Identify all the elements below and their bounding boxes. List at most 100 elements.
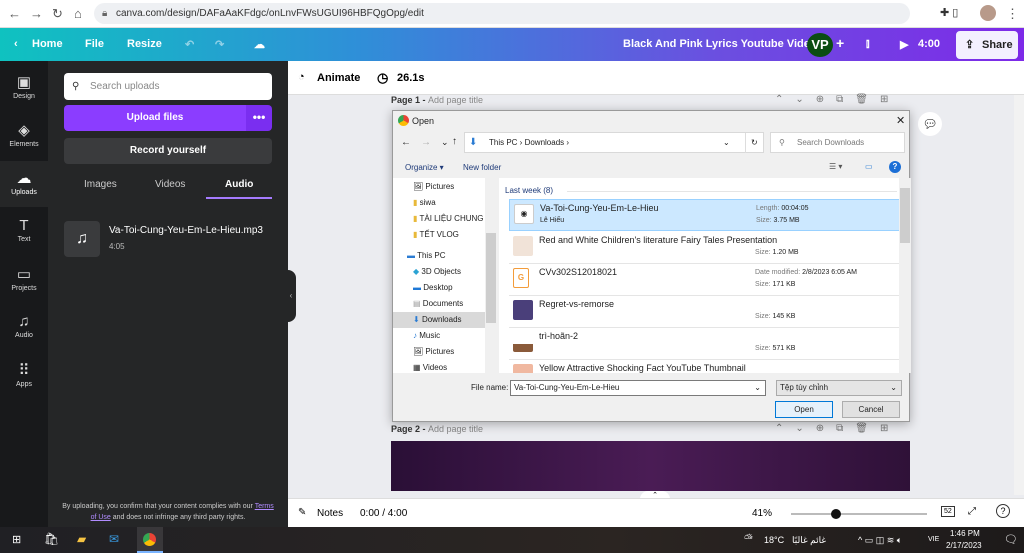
clock-time[interactable]: 1:46 PM xyxy=(950,529,980,538)
upload-files-button[interactable]: Upload files xyxy=(64,105,246,131)
audio-file-name[interactable]: Va-Toi-Cung-Yeu-Em-Le-Hieu.mp3 xyxy=(109,225,263,236)
more-options-button[interactable]: ••• xyxy=(246,105,272,131)
resize-button[interactable]: Resize xyxy=(127,38,162,50)
clock-date[interactable]: 2/17/2023 xyxy=(946,541,982,550)
store-icon[interactable]: 🛍︎ xyxy=(44,532,59,546)
page-grid-button[interactable]: 52 xyxy=(941,506,955,517)
language-indicator[interactable]: VIE xyxy=(928,536,939,543)
file-type-select[interactable]: Tệp tùy chỉnh ⌄ xyxy=(776,380,902,396)
file-row[interactable]: Red and White Children's literature Fair… xyxy=(509,232,905,264)
rail-elements[interactable]: ◈ Elements xyxy=(0,121,48,148)
chevron-down-icon[interactable]: ⌄ xyxy=(754,381,761,395)
forward-icon[interactable]: → xyxy=(421,137,431,148)
notes-button[interactable]: Notes xyxy=(317,508,343,519)
help-icon[interactable]: ? xyxy=(996,504,1010,518)
mail-icon[interactable]: ✉ xyxy=(109,532,119,546)
file-explorer-icon[interactable]: ▰ xyxy=(77,532,86,546)
tree-scrollbar[interactable] xyxy=(485,178,497,373)
search-downloads-input[interactable]: ⚲ Search Downloads xyxy=(770,132,905,153)
present-button[interactable]: 4:00 xyxy=(918,38,940,50)
tab-images[interactable]: Images xyxy=(84,179,117,190)
cloud-saved-icon[interactable]: ☁ xyxy=(254,38,265,51)
address-bar[interactable]: 🔒︎ canva.com/design/DAFaAaKFdgc/onLnvFWsU… xyxy=(94,3,910,24)
insights-icon[interactable]: ⫾ xyxy=(866,38,870,51)
profile-avatar[interactable] xyxy=(980,5,996,21)
tree-item-selected[interactable]: ⬇ Downloads xyxy=(393,312,485,328)
view-options-icon[interactable]: ☰ ▾ xyxy=(829,162,842,171)
forward-icon[interactable]: → xyxy=(30,6,43,21)
add-collaborator-button[interactable]: + xyxy=(836,35,844,51)
reload-icon[interactable]: ↻ xyxy=(52,6,63,22)
help-icon[interactable]: ? xyxy=(889,161,901,173)
file-row[interactable]: trì-hoãn-2 Size: 571 KB xyxy=(509,328,905,360)
list-scrollbar[interactable] xyxy=(899,178,911,373)
comment-icon[interactable]: 💬︎ xyxy=(918,112,942,136)
file-menu[interactable]: File xyxy=(85,38,104,50)
share-button[interactable]: ⇪ Share xyxy=(956,31,1018,59)
page-title-placeholder[interactable]: Add page title xyxy=(428,95,483,105)
zoom-slider-handle[interactable] xyxy=(830,509,841,519)
menu-icon[interactable]: ⋮ xyxy=(1006,6,1019,22)
file-row[interactable]: Yellow Attractive Shocking Fact YouTube … xyxy=(509,360,905,373)
design-title[interactable]: Black And Pink Lyrics Youtube Video xyxy=(623,38,817,50)
windows-start-icon[interactable]: ⊞ xyxy=(12,533,21,546)
back-icon[interactable]: ← xyxy=(8,6,21,21)
file-name-input[interactable]: Va-Toi-Cung-Yeu-Em-Le-Hieu ⌄ xyxy=(510,380,766,396)
undo-icon[interactable]: ↶ xyxy=(185,38,194,51)
page-2-label[interactable]: Page 2 - Add page title xyxy=(391,424,483,434)
cancel-button[interactable]: Cancel xyxy=(842,401,900,418)
weather-text[interactable]: غائم غالبًا xyxy=(792,535,826,546)
group-header[interactable]: Last week (8) xyxy=(505,186,553,195)
duration-button[interactable]: 26.1s xyxy=(397,72,425,84)
rail-design[interactable]: ▣ Design xyxy=(0,73,48,100)
chevron-down-icon[interactable]: ⌄ xyxy=(441,137,449,148)
breadcrumb-this-pc[interactable]: This PC xyxy=(489,138,517,147)
home-icon[interactable]: ⌂ xyxy=(74,6,82,21)
weather-temp[interactable]: 18°C xyxy=(764,535,784,545)
file-row[interactable]: G CVv302S12018021 Date modified: 2/8/2023 … xyxy=(509,264,905,296)
rail-audio[interactable]: ♫ Audio xyxy=(0,313,48,339)
breadcrumb-downloads[interactable]: Downloads xyxy=(525,138,565,147)
page-2-canvas[interactable] xyxy=(391,441,910,491)
avatar[interactable]: VP xyxy=(807,33,833,57)
zoom-level[interactable]: 41% xyxy=(752,508,772,519)
page-actions[interactable]: ⌃⌄⊕⧉🗑︎⊞ xyxy=(775,94,900,105)
page-actions[interactable]: ⌃⌄⊕⧉🗑︎⊞ xyxy=(775,423,900,434)
page-title-placeholder[interactable]: Add page title xyxy=(428,424,483,434)
file-row-selected[interactable]: ◉ Va-Toi-Cung-Yeu-Em-Le-Hieu Lê Hiếu Length… xyxy=(509,199,905,231)
collapse-panel-button[interactable]: ‹ xyxy=(286,270,296,322)
up-icon[interactable]: ↑ xyxy=(452,136,457,147)
rail-text[interactable]: T Text xyxy=(0,217,48,243)
system-tray-icons[interactable]: ^ ▭ ◫ ≋ 🔈︎ xyxy=(858,535,902,546)
close-icon[interactable]: ✕ xyxy=(896,114,905,127)
zoom-slider[interactable] xyxy=(791,509,927,519)
new-folder-button[interactable]: New folder xyxy=(463,163,501,172)
notifications-icon[interactable]: 🗨︎ xyxy=(1004,533,1018,546)
address-bar[interactable]: ⬇ This PC › Downloads › ⌄ ↻ xyxy=(464,132,764,153)
search-input[interactable]: ⚲ Search uploads xyxy=(64,73,272,100)
redo-icon[interactable]: ↷ xyxy=(215,38,224,51)
home-button[interactable]: Home xyxy=(32,38,63,50)
open-button[interactable]: Open xyxy=(775,401,833,418)
fullscreen-icon[interactable]: ⤢ xyxy=(968,506,976,517)
file-row[interactable]: Regret-vs-remorse Size: 145 KB xyxy=(509,296,905,328)
tree-item[interactable]: ▬ This PC xyxy=(407,248,491,264)
page-1-label[interactable]: Page 1 - Add page title xyxy=(391,95,483,105)
extensions-icon[interactable]: ✚ ▯ xyxy=(940,6,958,19)
rail-projects[interactable]: ▭ Projects xyxy=(0,265,48,292)
chrome-taskbar-button[interactable] xyxy=(137,527,163,553)
organize-button[interactable]: Organize ▾ xyxy=(405,163,444,172)
music-note-icon[interactable]: ♫ xyxy=(64,221,100,257)
refresh-icon[interactable]: ↻ xyxy=(745,133,758,153)
rail-apps[interactable]: ⠿ Apps xyxy=(0,361,48,388)
canvas-scrollbar[interactable] xyxy=(1014,95,1024,495)
rail-uploads[interactable]: ☁ Uploads xyxy=(0,161,48,207)
record-yourself-button[interactable]: Record yourself xyxy=(64,138,272,164)
tab-videos[interactable]: Videos xyxy=(155,179,185,190)
chevron-down-icon[interactable]: ⌄ xyxy=(723,133,730,153)
tab-audio[interactable]: Audio xyxy=(225,179,253,190)
play-icon[interactable]: ▶ xyxy=(900,38,908,51)
back-icon[interactable]: ← xyxy=(401,137,411,148)
preview-pane-icon[interactable]: ▭ xyxy=(865,162,873,171)
animate-button[interactable]: Animate xyxy=(317,72,360,84)
